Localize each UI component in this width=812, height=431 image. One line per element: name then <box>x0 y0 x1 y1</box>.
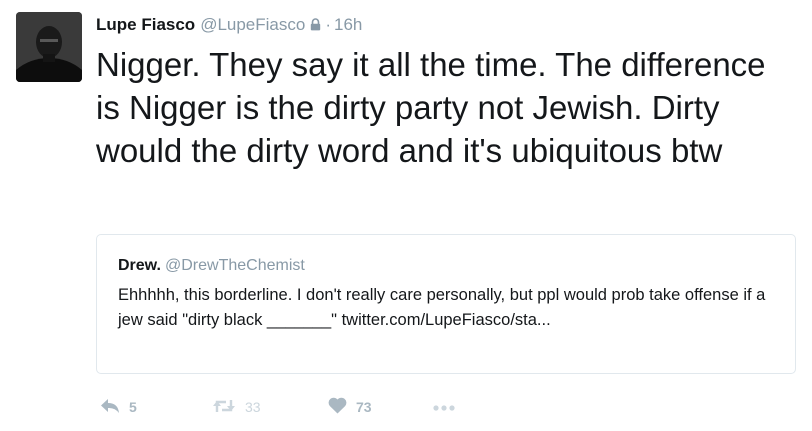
avatar-image <box>16 12 82 82</box>
quoted-author-name: Drew. <box>118 257 161 274</box>
retweet-button[interactable]: 33 <box>212 396 261 418</box>
quoted-author-handle: @DrewTheChemist <box>164 257 305 274</box>
reply-icon <box>100 398 120 417</box>
tweet-text: Nigger. They say it all the time. The di… <box>96 46 766 169</box>
separator-dot: · <box>325 15 332 34</box>
quoted-tweet-text: Ehhhhh, this borderline. I don't really … <box>118 286 766 329</box>
like-count: 73 <box>356 399 372 415</box>
tweet-header: Lupe Fiasco @LupeFiasco · 16h <box>96 14 362 37</box>
quoted-tweet[interactable]: Drew. @DrewTheChemist Ehhhhh, this border… <box>96 234 796 374</box>
timestamp[interactable]: 16h <box>334 15 362 34</box>
more-button[interactable] <box>432 396 456 418</box>
tweet: Lupe Fiasco @LupeFiasco · 16h Nigger. They … <box>0 0 812 431</box>
lock-icon <box>310 15 321 37</box>
retweet-count: 33 <box>245 399 261 415</box>
retweet-icon <box>212 398 236 417</box>
action-bar: 5 33 73 <box>100 396 500 418</box>
reply-button[interactable]: 5 <box>100 396 137 418</box>
heart-icon <box>328 397 347 417</box>
more-icon <box>432 399 456 415</box>
author-handle[interactable]: @LupeFiasco <box>200 15 305 34</box>
quoted-tweet-header: Drew. @DrewTheChemist <box>118 255 775 277</box>
like-button[interactable]: 73 <box>328 396 372 418</box>
author-name[interactable]: Lupe Fiasco <box>96 15 195 34</box>
avatar[interactable] <box>16 12 82 82</box>
reply-count: 5 <box>129 399 137 415</box>
